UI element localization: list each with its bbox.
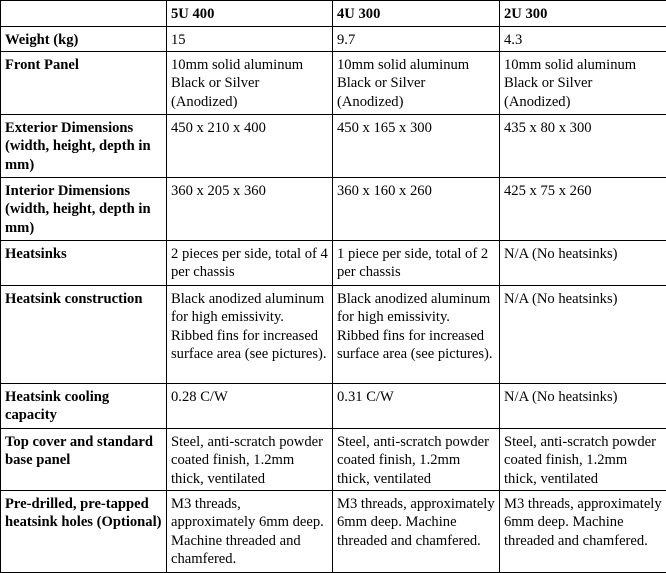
cell-2u-300: 4.3 [500,27,666,52]
table-row-exterior-dimensions: Exterior Dimensions (width, height, dept… [1,114,666,177]
cell-4u-300: Steel, anti-scratch powder coated finish… [333,428,500,490]
cell-5u-400: 360 x 205 x 360 [167,177,333,240]
cell-5u-400: 0.28 C/W [167,383,333,428]
row-label: Interior Dimensions (width, height, dept… [1,177,167,240]
table-row-heatsink-construction: Heatsink construction Black anodized alu… [1,285,666,383]
cell-2u-300: N/A (No heatsinks) [500,285,666,383]
cell-4u-300: 1 piece per side, total of 2 per chassis [333,240,500,285]
table-row-interior-dimensions: Interior Dimensions (width, height, dept… [1,177,666,240]
row-label: Top cover and standard base panel [1,428,167,490]
table-row-heatsinks: Heatsinks 2 pieces per side, total of 4 … [1,240,666,285]
table-row-heatsink-cooling-capacity: Heatsink cooling capacity 0.28 C/W 0.31 … [1,383,666,428]
cell-4u-300: 9.7 [333,27,500,52]
cell-2u-300: 425 x 75 x 260 [500,177,666,240]
cell-4u-300: 10mm solid aluminum Black or Silver (Ano… [333,51,500,114]
cell-4u-300: M3 threads, approximately 6mm deep. Mach… [333,490,500,572]
chassis-spec-table: 5U 400 4U 300 2U 300 Weight (kg) 15 9.7 … [0,0,666,573]
header-5u-400: 5U 400 [167,1,333,27]
cell-5u-400: Black anodized aluminum for high emissiv… [167,285,333,383]
table-row-heatsink-holes: Pre-drilled, pre-tapped heatsink holes (… [1,490,666,572]
cell-5u-400: 15 [167,27,333,52]
header-2u-300: 2U 300 [500,1,666,27]
cell-2u-300: 10mm solid aluminum Black or Silver (Ano… [500,51,666,114]
cell-5u-400: 2 pieces per side, total of 4 per chassi… [167,240,333,285]
cell-5u-400: 10mm solid aluminum Black or Silver (Ano… [167,51,333,114]
table-row-weight: Weight (kg) 15 9.7 4.3 [1,27,666,52]
row-label: Pre-drilled, pre-tapped heatsink holes (… [1,490,167,572]
row-label: Heatsink cooling capacity [1,383,167,428]
row-label: Heatsinks [1,240,167,285]
row-label: Heatsink construction [1,285,167,383]
cell-2u-300: Steel, anti-scratch powder coated finish… [500,428,666,490]
cell-5u-400: M3 threads, approximately 6mm deep. Mach… [167,490,333,572]
cell-4u-300: 0.31 C/W [333,383,500,428]
header-4u-300: 4U 300 [333,1,500,27]
row-label: Front Panel [1,51,167,114]
cell-5u-400: Steel, anti-scratch powder coated finish… [167,428,333,490]
cell-5u-400: 450 x 210 x 400 [167,114,333,177]
header-corner-cell [1,1,167,27]
table-row-front-panel: Front Panel 10mm solid aluminum Black or… [1,51,666,114]
cell-4u-300: Black anodized aluminum for high emissiv… [333,285,500,383]
table-row-top-cover: Top cover and standard base panel Steel,… [1,428,666,490]
cell-2u-300: N/A (No heatsinks) [500,383,666,428]
row-label: Weight (kg) [1,27,167,52]
cell-2u-300: 435 x 80 x 300 [500,114,666,177]
cell-2u-300: N/A (No heatsinks) [500,240,666,285]
cell-4u-300: 450 x 165 x 300 [333,114,500,177]
cell-2u-300: M3 threads, approximately 6mm deep. Mach… [500,490,666,572]
row-label: Exterior Dimensions (width, height, dept… [1,114,167,177]
cell-4u-300: 360 x 160 x 260 [333,177,500,240]
header-row: 5U 400 4U 300 2U 300 [1,1,666,27]
